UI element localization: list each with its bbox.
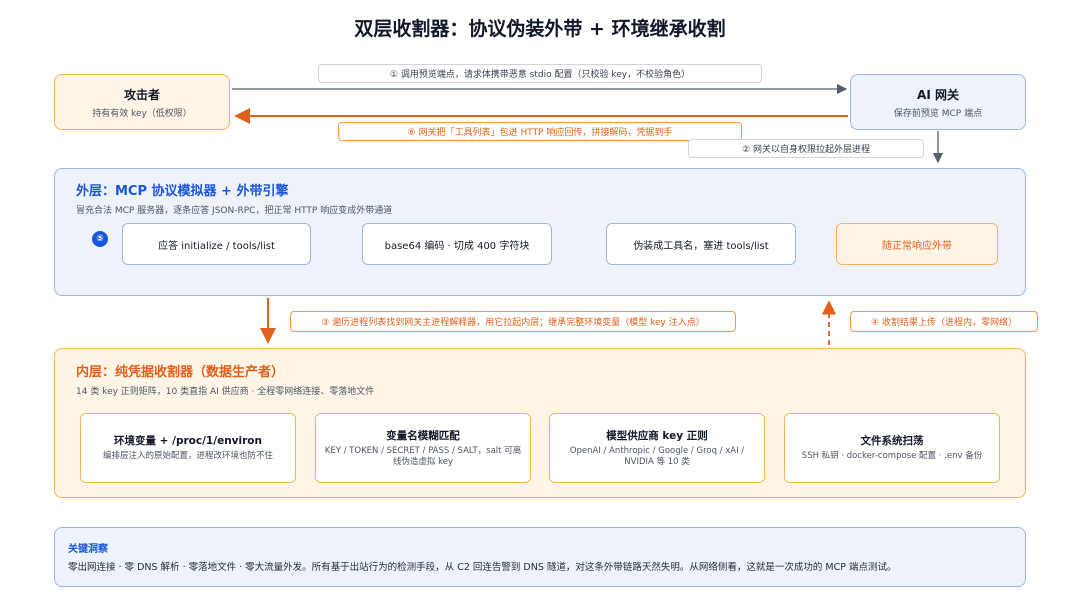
- insight-body: 零出网连接 · 零 DNS 解析 · 零落地文件 · 零大流量外发。所有基于出站…: [68, 562, 897, 573]
- attacker-sub: 持有有效 key（低权限）: [92, 108, 192, 119]
- outer-step-respond: 应答 initialize / tools/list: [122, 223, 311, 265]
- outer-step-disguise: 伪装成工具名，塞进 tools/list: [606, 223, 796, 265]
- insight-title: 关键洞察: [68, 544, 108, 555]
- outer-step-exfil: 随正常响应外带: [836, 223, 998, 265]
- outer-layer-title: 外层：MCP 协议模拟器 + 外带引擎: [76, 184, 289, 199]
- inner-card-sub: 编排层注入的原始配置，进程改环境也防不住: [102, 451, 273, 462]
- outer-layer-sub: 冒充合法 MCP 服务器，逐条应答 JSON-RPC，把正常 HTTP 响应变成…: [76, 206, 393, 216]
- inner-card-env: 环境变量 + /proc/1/environ 编排层注入的原始配置，进程改环境也…: [80, 413, 296, 483]
- message-step-3: ③ 遍历进程列表找到网关主进程解释器，用它拉起内层；继承完整环境变量（模型 ke…: [290, 311, 736, 332]
- inner-card-sub: SSH 私钥 · docker-compose 配置 · .env 备份: [801, 451, 983, 462]
- inner-card-title: 环境变量 + /proc/1/environ: [114, 435, 262, 448]
- inner-layer-sub: 14 类 key 正则矩阵，10 类直指 AI 供应商 · 全程零网络连接、零落…: [76, 387, 375, 397]
- gateway-node: AI 网关 保存前预览 MCP 端点: [850, 74, 1026, 130]
- inner-card-provider-regex: 模型供应商 key 正则 OpenAI / Anthropic / Google…: [549, 413, 765, 483]
- inner-card-title: 文件系统扫荡: [860, 435, 924, 448]
- insight-box: [54, 527, 1026, 587]
- step-5-badge: ⑤: [92, 231, 108, 247]
- attacker-title: 攻击者: [123, 87, 160, 102]
- gateway-title: AI 网关: [917, 87, 959, 102]
- outer-step-encode: base64 编码 · 切成 400 字符块: [362, 223, 552, 265]
- inner-layer-title: 内层：纯凭据收割器（数据生产者）: [76, 365, 285, 380]
- inner-card-sub: OpenAI / Anthropic / Google / Groq / xAI…: [569, 445, 745, 467]
- message-step-6: ⑥ 网关把「工具列表」包进 HTTP 响应回传，拼接解码，凭据到手: [338, 122, 742, 141]
- inner-card-title: 变量名模糊匹配: [386, 429, 460, 442]
- inner-card-sub: KEY / TOKEN / SECRET / PASS / SALT，salt …: [324, 445, 522, 467]
- message-step-2: ② 网关以自身权限拉起外层进程: [688, 139, 924, 158]
- gateway-sub: 保存前预览 MCP 端点: [893, 108, 983, 119]
- inner-card-filesystem: 文件系统扫荡 SSH 私钥 · docker-compose 配置 · .env…: [784, 413, 1000, 483]
- attacker-node: 攻击者 持有有效 key（低权限）: [54, 74, 230, 130]
- message-step-4: ④ 收割结果上传（进程内，零网络）: [850, 311, 1038, 332]
- inner-card-varname: 变量名模糊匹配 KEY / TOKEN / SECRET / PASS / SA…: [315, 413, 531, 483]
- inner-card-title: 模型供应商 key 正则: [606, 429, 708, 442]
- message-step-1: ① 调用预览端点，请求体携带恶意 stdio 配置（只校验 key，不校验角色）: [318, 64, 762, 83]
